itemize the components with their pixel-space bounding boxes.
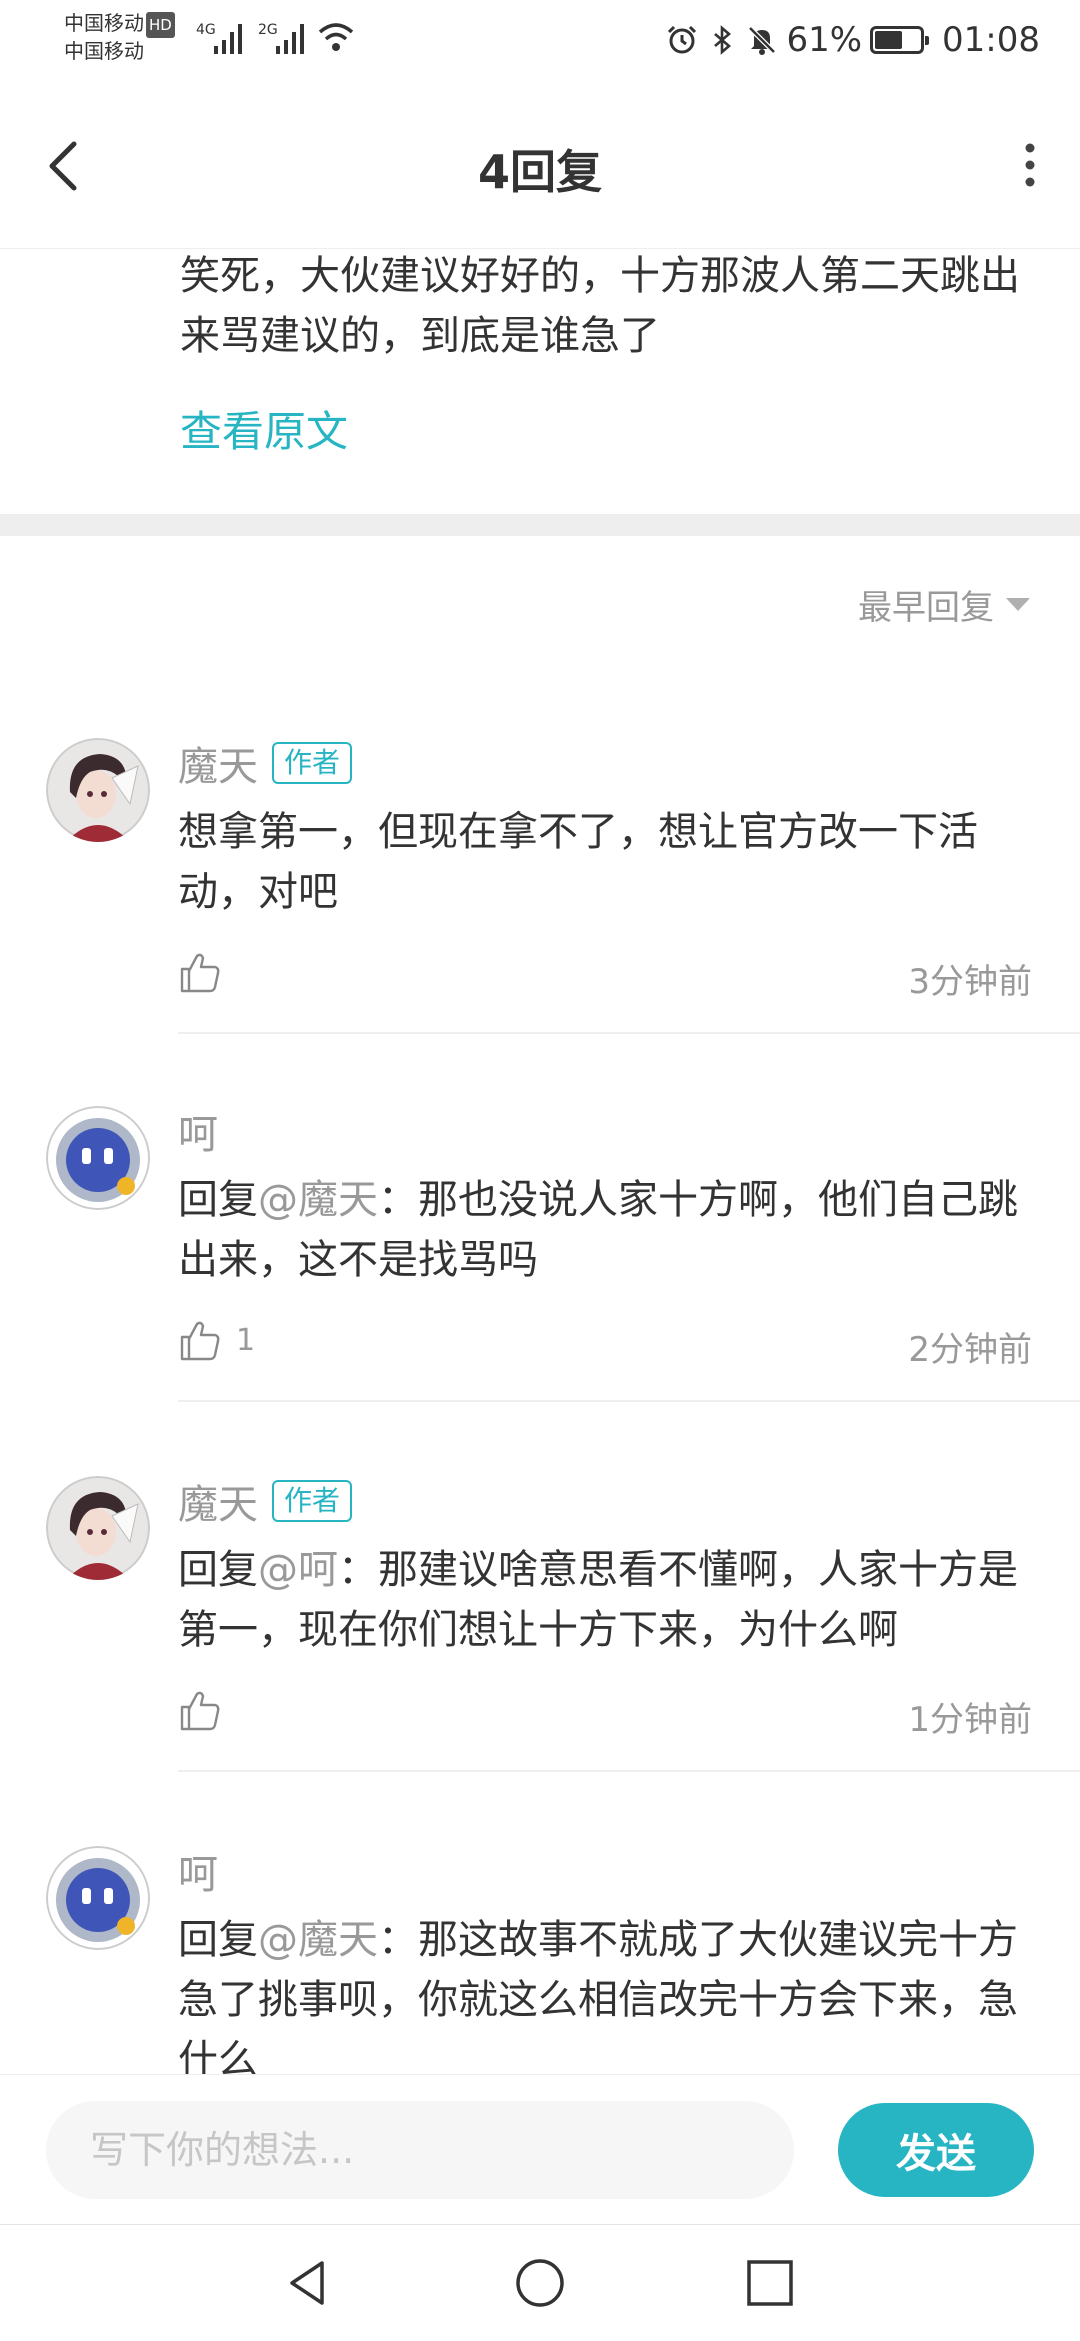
section-divider: [0, 514, 1080, 536]
carrier-2: 中国移动: [64, 39, 144, 63]
comment-input-bar: 发送: [0, 2074, 1080, 2225]
comment-text: 回复@魔天：那也没说人家十方啊，他们自己跳出来，这不是找骂吗: [178, 1170, 1038, 1290]
original-post-text: 笑死，大伙建议好好的，十方那波人第二天跳出来骂建议的，到底是谁急了: [180, 253, 1020, 359]
comment-text: 回复@魔天：那这故事不就成了大伙建议完十方急了挑事呗，你就这么相信改完十方会下来…: [178, 1910, 1038, 2074]
comment-text: 想拿第一，但现在拿不了，想让官方改一下活动，对吧: [178, 809, 978, 915]
avatar[interactable]: [46, 1476, 150, 1580]
comment-header: 魔天 作者: [178, 738, 353, 790]
nav-recents-icon[interactable]: [744, 2257, 796, 2309]
comment-input[interactable]: [46, 2101, 794, 2199]
reply-mention[interactable]: @魔天: [258, 1177, 378, 1223]
status-icons: 61% 01:08: [666, 20, 1040, 60]
thumbs-up-icon: [180, 953, 220, 993]
avatar[interactable]: [46, 738, 150, 842]
reply-prefix: 回复: [178, 1917, 258, 1963]
battery-icon: [870, 26, 930, 54]
hd-badge: HD: [146, 12, 175, 38]
dropdown-triangle-icon: [1006, 598, 1030, 611]
comment-separator: [178, 1032, 1080, 1034]
thumbs-up-icon: [180, 1691, 220, 1731]
wifi-icon: [318, 23, 354, 51]
comment-username[interactable]: 魔天: [178, 1472, 258, 1530]
like-button[interactable]: [178, 1688, 222, 1732]
comment-header: 呵: [178, 1846, 218, 1898]
bluetooth-icon: [714, 25, 732, 55]
comment-text: 回复@呵：那建议啥意思看不懂啊，人家十方是第一，现在你们想让十方下来，为什么啊: [178, 1540, 1038, 1660]
mute-bell-icon: [748, 26, 777, 55]
avatar[interactable]: [46, 1106, 150, 1210]
comment-footer: 1 2分钟前: [178, 1318, 1032, 1370]
comment-time: 3分钟前: [908, 962, 1032, 1002]
comment-username[interactable]: 呵: [178, 1846, 218, 1900]
avatar[interactable]: [46, 1846, 150, 1950]
sort-label: 最早回复: [858, 588, 994, 628]
reply-mention[interactable]: @魔天: [258, 1917, 378, 1963]
signal-strength-1-icon: [214, 24, 242, 54]
reply-prefix: 回复: [178, 1177, 258, 1223]
reply-mention[interactable]: @呵: [258, 1547, 338, 1593]
reply-prefix: 回复: [178, 1547, 258, 1593]
carrier-info: 中国移动 HD 中国移动: [64, 10, 175, 64]
sort-dropdown[interactable]: 最早回复: [858, 580, 1030, 629]
comment-header: 魔天 作者: [178, 1476, 353, 1528]
page-title: 4回复: [477, 145, 602, 199]
robot-avatar-icon: [46, 1846, 150, 1950]
clock: 01:08: [942, 20, 1040, 60]
comment-footer: 3分钟前: [178, 950, 1032, 1002]
battery-percent: 61%: [786, 20, 863, 60]
comment-separator: [178, 1770, 1080, 1772]
author-badge: 作者: [272, 742, 353, 784]
like-button[interactable]: [178, 950, 222, 994]
system-nav-bar: [0, 2224, 1080, 2341]
carrier-1: 中国移动: [64, 11, 144, 35]
anime-avatar-icon: [46, 1476, 150, 1580]
alarm-icon: [668, 25, 697, 54]
comment-footer: 1分钟前: [178, 1688, 1032, 1740]
view-original-link[interactable]: 查看原文: [180, 398, 348, 459]
nav-home-icon[interactable]: [514, 2257, 566, 2309]
comment-separator: [178, 1400, 1080, 1402]
thumbs-up-icon: [180, 1321, 220, 1361]
like-count: 1: [236, 1322, 256, 1358]
comment-time: 1分钟前: [908, 1700, 1032, 1740]
like-button[interactable]: 1: [178, 1318, 255, 1362]
send-button[interactable]: 发送: [838, 2103, 1034, 2197]
comment-username[interactable]: 魔天: [178, 734, 258, 792]
anime-avatar-icon: [46, 738, 150, 842]
author-badge: 作者: [272, 1480, 353, 1522]
signal-strength-2-icon: [276, 24, 304, 54]
comment-username[interactable]: 呵: [178, 1102, 218, 1160]
battery-level: [875, 31, 903, 49]
more-options-icon[interactable]: [1020, 140, 1040, 190]
comment-header: 呵: [178, 1106, 218, 1158]
top-app-bar: 4回复: [0, 100, 1080, 230]
comment-item: 呵 回复@魔天：那这故事不就成了大伙建议完十方急了挑事呗，你就这么相信改完十方会…: [0, 1846, 1080, 2074]
robot-avatar-icon: [46, 1106, 150, 1210]
status-bar: 中国移动 HD 中国移动 4G 2G 61% 01:08: [0, 0, 1080, 80]
nav-back-icon[interactable]: [282, 2257, 334, 2309]
comment-time: 2分钟前: [908, 1330, 1032, 1370]
